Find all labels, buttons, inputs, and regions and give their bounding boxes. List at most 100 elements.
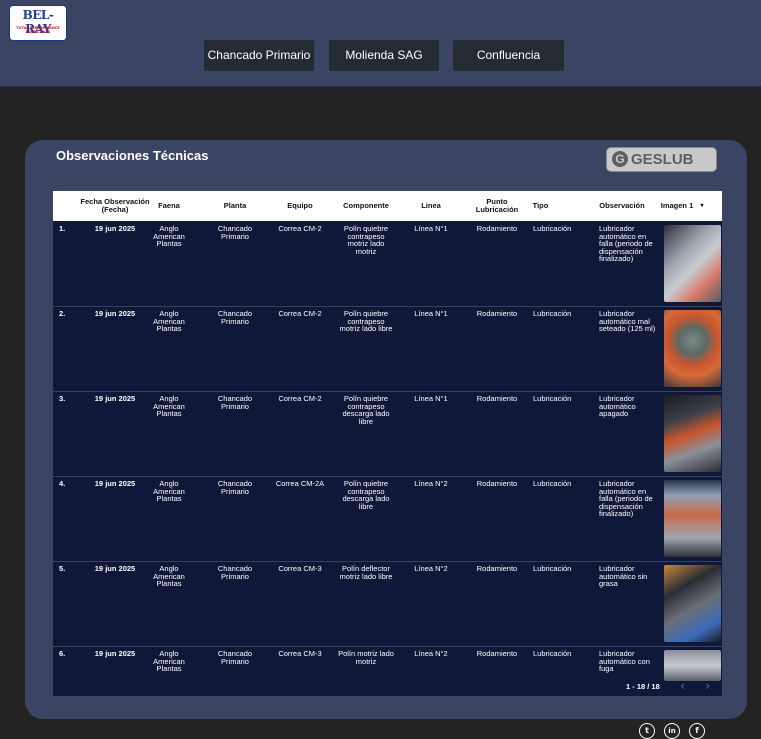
top-header: BEL-RAY TOTAL PERFORMANCE LUBRICANTS Cha… — [0, 0, 761, 87]
observations-table: Fecha Observación (Fecha) Faena Planta E… — [53, 191, 722, 696]
cell-tipo: Lubricación — [533, 309, 572, 318]
prev-page-icon[interactable]: ‹ — [680, 679, 685, 694]
row-number: 4. — [59, 479, 66, 488]
row-number: 2. — [59, 309, 66, 318]
nav-button-chancado-primario[interactable]: Chancado Primario — [204, 40, 314, 71]
image-thumbnail[interactable] — [664, 225, 721, 302]
col-observacion[interactable]: Observación — [593, 191, 651, 221]
cell-planta: Chancado Primario — [217, 224, 253, 241]
cell-fecha: 19 jun 2025 — [94, 309, 136, 318]
cell-equipo: Correa CM-2A — [275, 479, 325, 488]
cell-punto: Rodamiento — [476, 224, 518, 233]
cell-equipo: Correa CM-2 — [278, 224, 322, 233]
cell-punto: Rodamiento — [476, 394, 518, 403]
cell-tipo: Lubricación — [533, 564, 572, 573]
image-thumbnail[interactable] — [664, 310, 721, 387]
cell-tipo: Lubricación — [533, 394, 572, 403]
cell-linea: Línea N°2 — [414, 564, 448, 573]
table-header: Fecha Observación (Fecha) Faena Planta E… — [53, 191, 722, 221]
sort-down-icon[interactable]: ▾ — [697, 191, 707, 221]
col-faena[interactable]: Faena — [143, 191, 195, 221]
table-row[interactable]: 3. 19 jun 2025 Anglo American Plantas Ch… — [53, 391, 722, 477]
cell-linea: Línea N°2 — [414, 649, 448, 658]
col-fecha[interactable]: Fecha Observación (Fecha) — [77, 191, 153, 221]
image-thumbnail[interactable] — [664, 650, 721, 681]
col-componente[interactable]: Componente — [333, 191, 399, 221]
cell-observacion: Lubricador automático apagado — [599, 394, 636, 418]
cell-equipo: Correa CM-3 — [278, 564, 322, 573]
cell-componente: Polín quiebre contrapeso motriz lado mot… — [343, 224, 389, 256]
table-footer: 1 - 18 / 18 ‹ › — [53, 679, 722, 696]
cell-linea: Línea N°1 — [414, 394, 448, 403]
cell-faena: Anglo American Plantas — [153, 224, 185, 248]
cell-faena: Anglo American Plantas — [153, 649, 185, 673]
cell-planta: Chancado Primario — [217, 309, 253, 326]
geslub-g-icon: G — [612, 151, 628, 167]
image-thumbnail[interactable] — [664, 395, 721, 472]
col-punto-lubricacion[interactable]: Punto Lubricación — [465, 191, 529, 221]
cell-observacion: Lubricador automático mal seteado (125 m… — [599, 309, 656, 333]
cell-observacion: Lubricador automático en falla (periodo … — [599, 479, 653, 518]
table-row[interactable]: 5. 19 jun 2025 Anglo American Plantas Ch… — [53, 561, 722, 647]
cell-equipo: Correa CM-2 — [278, 394, 322, 403]
table-row[interactable]: 6. 19 jun 2025 Anglo American Plantas Ch… — [53, 646, 722, 681]
table-body: 1. 19 jun 2025 Anglo American Plantas Ch… — [53, 221, 722, 681]
col-linea[interactable]: Linea — [403, 191, 459, 221]
table-row[interactable]: 1. 19 jun 2025 Anglo American Plantas Ch… — [53, 221, 722, 307]
cell-fecha: 19 jun 2025 — [94, 564, 136, 573]
cell-observacion: Lubricador automático sin grasa — [599, 564, 648, 588]
next-page-icon[interactable]: › — [705, 679, 710, 694]
cell-fecha: 19 jun 2025 — [94, 479, 136, 488]
twitter-icon[interactable]: t — [639, 723, 655, 739]
cell-observacion: Lubricador automático con fuga — [599, 649, 650, 673]
cell-tipo: Lubricación — [533, 649, 572, 658]
cell-punto: Rodamiento — [476, 564, 518, 573]
row-number: 1. — [59, 224, 66, 233]
cell-planta: Chancado Primario — [217, 564, 253, 581]
cell-fecha: 19 jun 2025 — [94, 649, 136, 658]
nav-button-molienda-sag[interactable]: Molienda SAG — [329, 40, 439, 71]
cell-tipo: Lubricación — [533, 224, 572, 233]
table-row[interactable]: 2. 19 jun 2025 Anglo American Plantas Ch… — [53, 306, 722, 392]
pagination-label: 1 - 18 / 18 — [626, 682, 660, 691]
cell-faena: Anglo American Plantas — [153, 394, 185, 418]
cell-punto: Rodamiento — [476, 309, 518, 318]
cell-fecha: 19 jun 2025 — [94, 224, 136, 233]
logo-subtext: TOTAL PERFORMANCE LUBRICANTS — [16, 26, 60, 34]
cell-componente: Polín deflector motriz lado libre — [339, 564, 393, 581]
panel-title: Observaciones Técnicas — [56, 148, 209, 163]
cell-linea: Línea N°1 — [414, 309, 448, 318]
col-tipo[interactable]: Tipo — [528, 191, 553, 221]
linkedin-icon[interactable]: in — [664, 723, 680, 739]
cell-planta: Chancado Primario — [217, 649, 253, 666]
belray-logo: BEL-RAY TOTAL PERFORMANCE LUBRICANTS — [9, 5, 67, 41]
col-planta[interactable]: Planta — [203, 191, 267, 221]
cell-punto: Rodamiento — [476, 479, 518, 488]
table-row[interactable]: 4. 19 jun 2025 Anglo American Plantas Ch… — [53, 476, 722, 562]
col-equipo[interactable]: Equipo — [268, 191, 332, 221]
facebook-icon[interactable]: f — [689, 723, 705, 739]
image-thumbnail[interactable] — [664, 480, 721, 557]
cell-componente: Polín quiebre contrapeso descarga lado l… — [342, 394, 390, 426]
cell-equipo: Correa CM-2 — [278, 309, 322, 318]
cell-planta: Chancado Primario — [217, 394, 253, 411]
cell-equipo: Correa CM-3 — [278, 649, 322, 658]
cell-fecha: 19 jun 2025 — [94, 394, 136, 403]
cell-faena: Anglo American Plantas — [153, 309, 185, 333]
cell-componente: Polín quiebre contrapeso descarga lado l… — [342, 479, 390, 511]
cell-componente: Polín quiebre contrapeso motriz lado lib… — [339, 309, 393, 333]
nav-button-confluencia[interactable]: Confluencia — [453, 40, 564, 71]
cell-observacion: Lubricador automático en falla (periodo … — [599, 224, 653, 263]
cell-linea: Línea N°1 — [414, 224, 448, 233]
image-thumbnail[interactable] — [664, 565, 721, 642]
cell-componente: Polín motriz lado motriz — [338, 649, 394, 666]
row-number: 6. — [59, 649, 66, 658]
cell-planta: Chancado Primario — [217, 479, 253, 496]
row-number: 3. — [59, 394, 66, 403]
col-imagen[interactable]: Imagen 1 — [659, 191, 695, 221]
cell-faena: Anglo American Plantas — [153, 564, 185, 588]
row-number: 5. — [59, 564, 66, 573]
geslub-logo-text: GESLUB — [631, 151, 694, 168]
col-index — [53, 191, 77, 221]
cell-linea: Línea N°2 — [414, 479, 448, 488]
